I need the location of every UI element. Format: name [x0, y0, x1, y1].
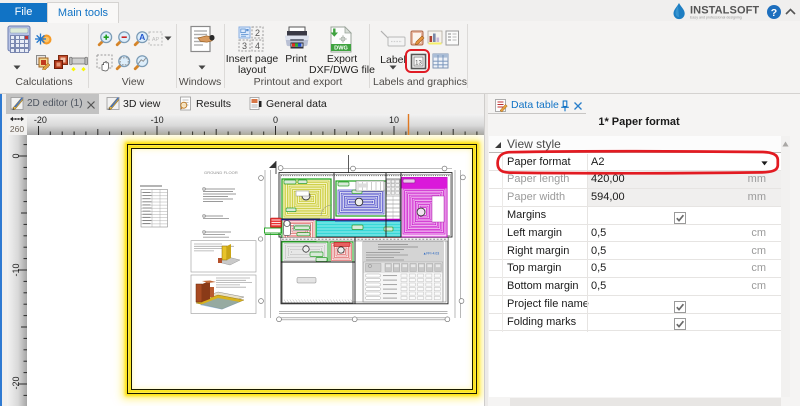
- svg-text:Easy and professional designin: Easy and professional designing: [690, 16, 742, 20]
- svg-text:DWG: DWG: [334, 46, 348, 52]
- svg-text:0: 0: [11, 153, 21, 158]
- svg-text:-10: -10: [11, 263, 21, 276]
- svg-text:-20: -20: [11, 376, 21, 389]
- svg-text:GROUND FLOOR: GROUND FLOOR: [204, 170, 238, 175]
- svg-text:A: A: [139, 32, 145, 42]
- svg-text:4: 4: [255, 41, 260, 51]
- svg-text:?: ?: [771, 7, 777, 19]
- svg-text:2: 2: [255, 28, 260, 38]
- svg-text:AP: AP: [152, 37, 160, 43]
- svg-text:3: 3: [242, 41, 247, 51]
- svg-text:▲FFI-4.03: ▲FFI-4.03: [423, 252, 439, 256]
